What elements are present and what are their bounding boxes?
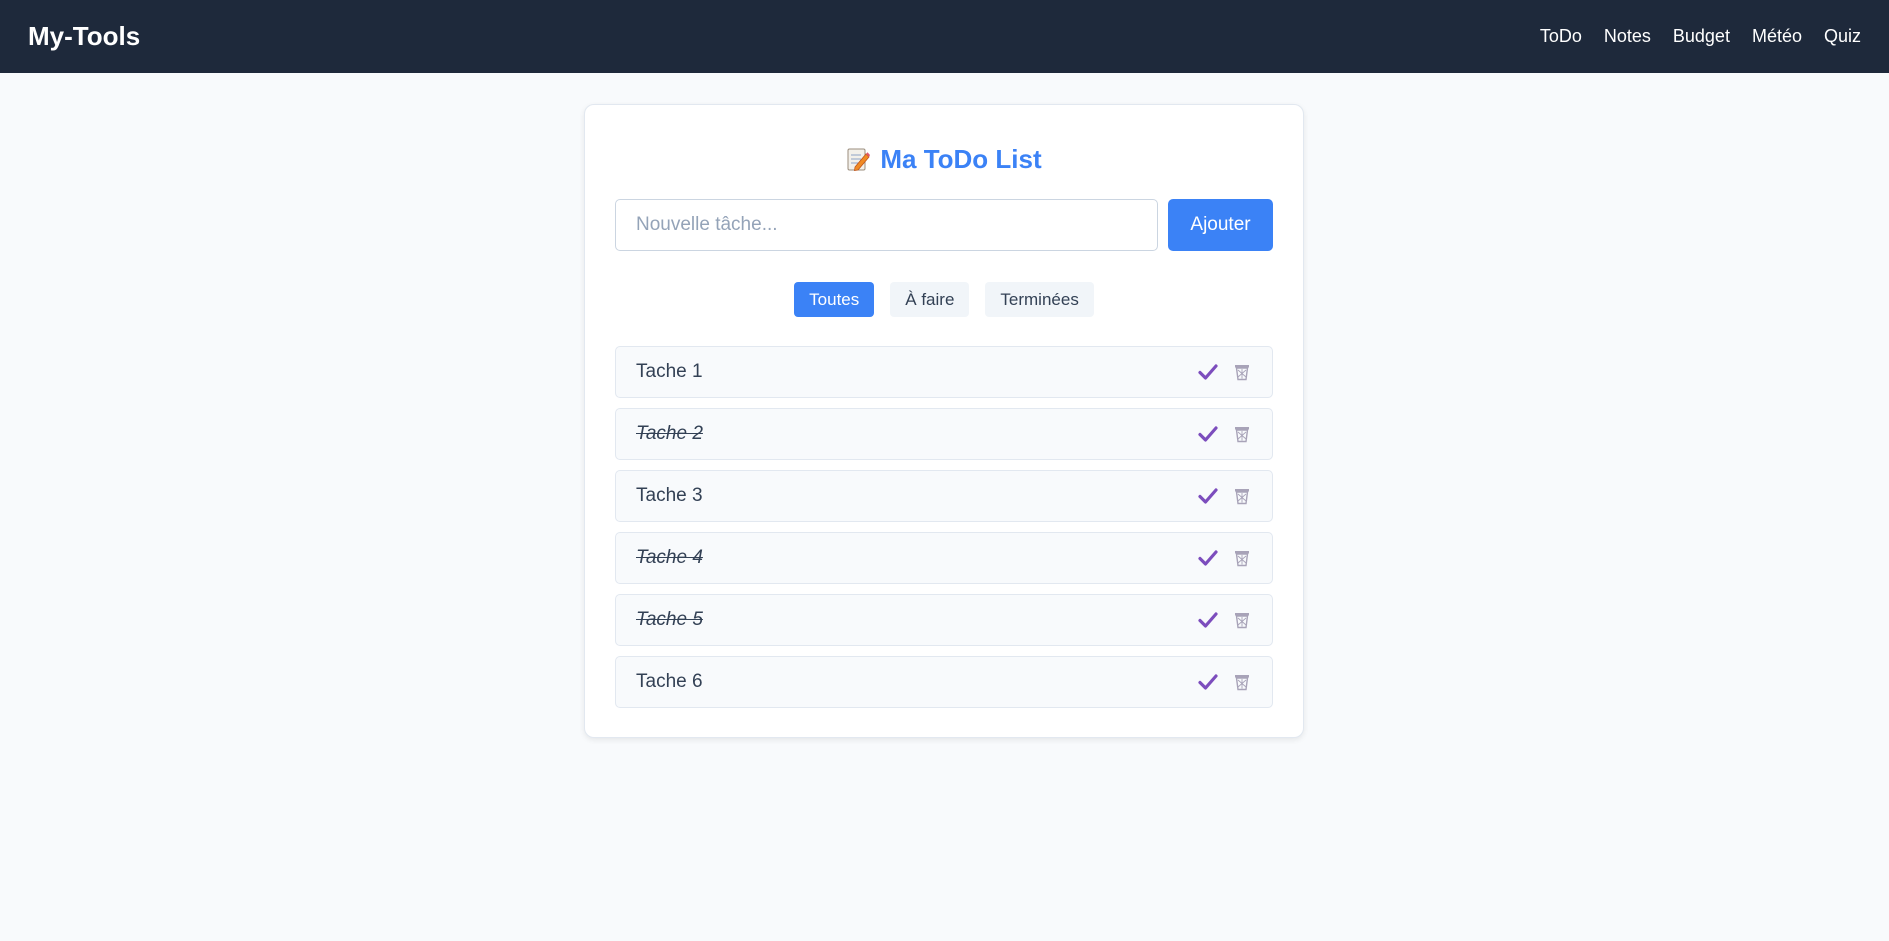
task-actions (1198, 362, 1252, 382)
nav-link-notes[interactable]: Notes (1604, 26, 1651, 47)
nav-link-quiz[interactable]: Quiz (1824, 26, 1861, 47)
trash-icon[interactable] (1232, 548, 1252, 568)
filter-done[interactable]: Terminées (985, 282, 1094, 317)
task-item: Tache 4 (615, 532, 1273, 584)
add-button[interactable]: Ajouter (1168, 199, 1273, 251)
check-icon[interactable] (1198, 548, 1218, 568)
task-actions (1198, 424, 1252, 444)
task-label[interactable]: Tache 1 (636, 361, 703, 383)
task-label[interactable]: Tache 4 (636, 547, 703, 569)
nav-links: ToDo Notes Budget Météo Quiz (1540, 26, 1861, 47)
todo-card: Ma ToDo List Ajouter Toutes À faire Term… (584, 104, 1304, 738)
task-list: Tache 1 Tache 2 Tache 3 Tache 4 Tache 5 … (615, 346, 1273, 708)
brand-logo[interactable]: My-Tools (28, 21, 140, 52)
task-item: Tache 3 (615, 470, 1273, 522)
task-actions (1198, 672, 1252, 692)
nav-link-meteo[interactable]: Météo (1752, 26, 1802, 47)
page-title: Ma ToDo List (615, 139, 1273, 179)
task-item: Tache 6 (615, 656, 1273, 708)
trash-icon[interactable] (1232, 486, 1252, 506)
check-icon[interactable] (1198, 486, 1218, 506)
task-label[interactable]: Tache 3 (636, 485, 703, 507)
task-label[interactable]: Tache 2 (636, 423, 703, 445)
task-actions (1198, 548, 1252, 568)
check-icon[interactable] (1198, 362, 1218, 382)
filter-todo[interactable]: À faire (890, 282, 970, 317)
task-item: Tache 2 (615, 408, 1273, 460)
task-label[interactable]: Tache 6 (636, 671, 703, 693)
trash-icon[interactable] (1232, 610, 1252, 630)
filter-bar: Toutes À faire Terminées (615, 282, 1273, 317)
add-task-row: Ajouter (615, 199, 1273, 251)
new-task-input[interactable] (615, 199, 1158, 251)
trash-icon[interactable] (1232, 424, 1252, 444)
navbar: My-Tools ToDo Notes Budget Météo Quiz (0, 0, 1889, 73)
task-actions (1198, 486, 1252, 506)
trash-icon[interactable] (1232, 672, 1252, 692)
nav-link-budget[interactable]: Budget (1673, 26, 1730, 47)
check-icon[interactable] (1198, 610, 1218, 630)
task-item: Tache 1 (615, 346, 1273, 398)
task-label[interactable]: Tache 5 (636, 609, 703, 631)
task-item: Tache 5 (615, 594, 1273, 646)
memo-icon (846, 146, 871, 172)
filter-all[interactable]: Toutes (794, 282, 875, 317)
trash-icon[interactable] (1232, 362, 1252, 382)
check-icon[interactable] (1198, 424, 1218, 444)
nav-link-todo[interactable]: ToDo (1540, 26, 1582, 47)
check-icon[interactable] (1198, 672, 1218, 692)
task-actions (1198, 610, 1252, 630)
title-text: Ma ToDo List (880, 143, 1042, 174)
